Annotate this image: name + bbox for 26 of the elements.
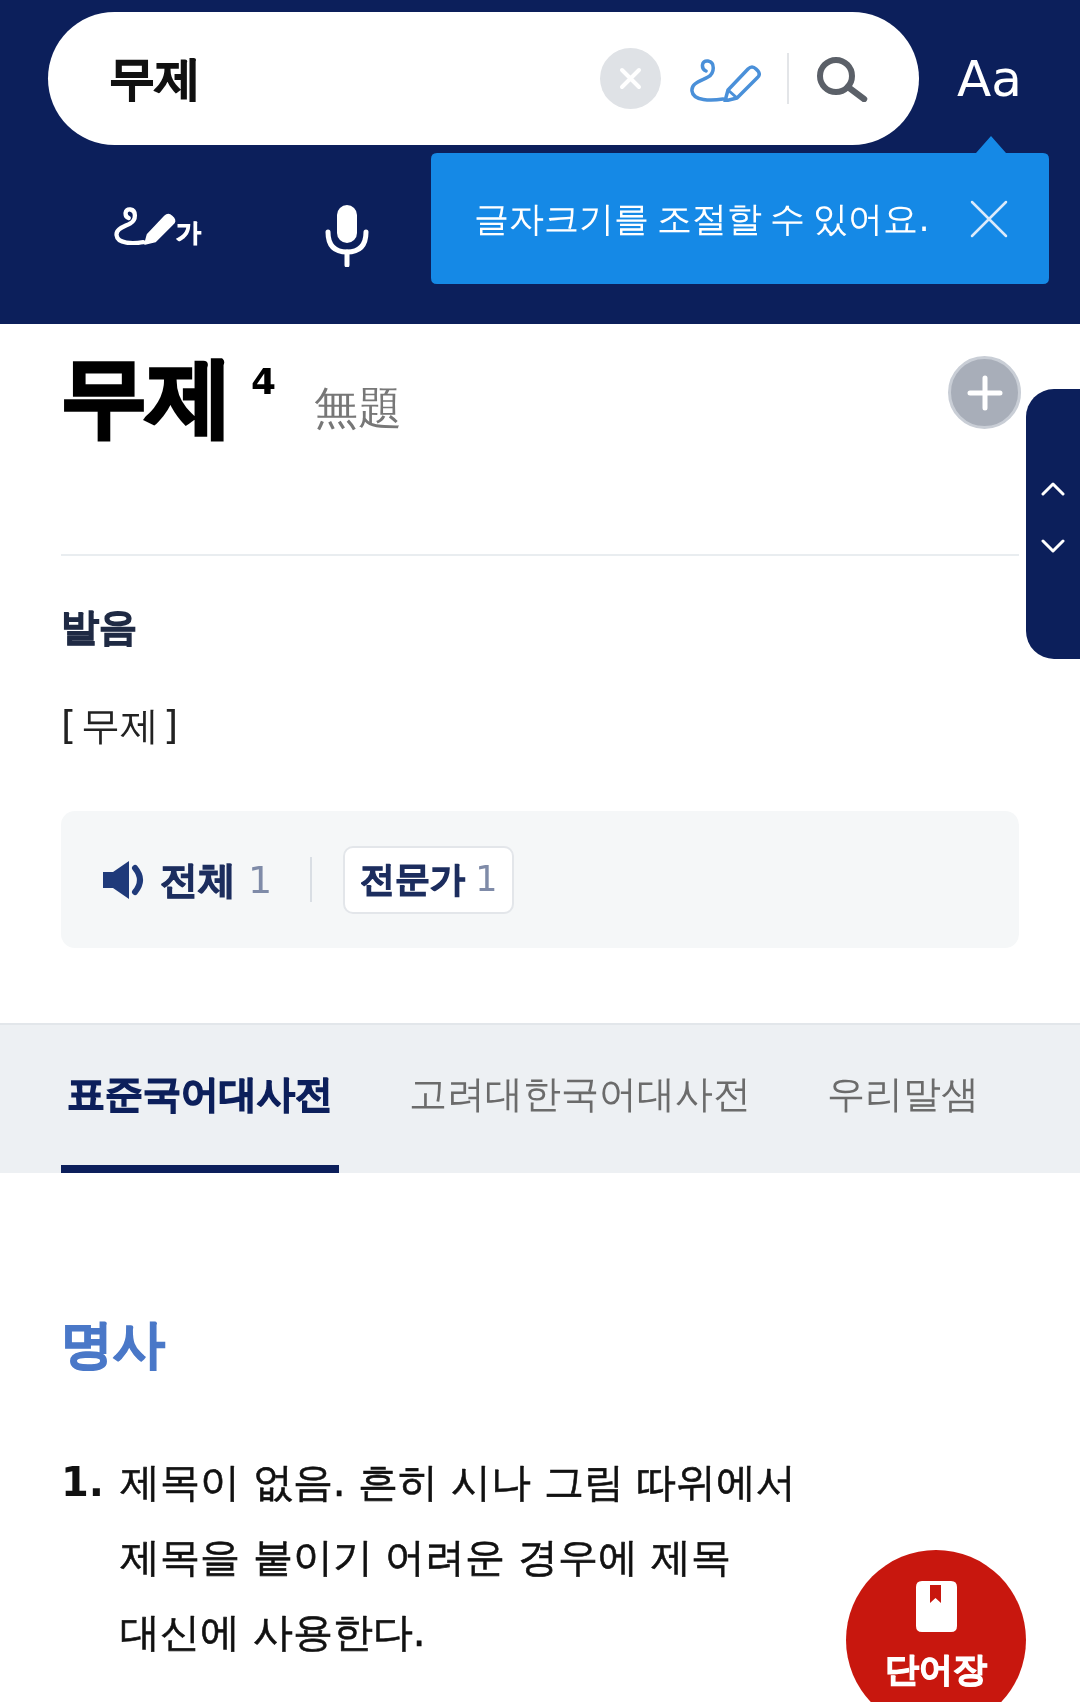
audio-filter-button[interactable]: 전문가 1 [343,845,515,914]
homonym-number: 4 [251,364,277,400]
tooltip-text: 글자크기를 조절할 수 있어요. [474,197,930,240]
pronunciation-text: [ 무제 ] [61,702,180,750]
chevron-down-icon[interactable] [1041,539,1065,553]
dictionary-tab[interactable]: 고려대한국어대사전 [403,1025,757,1173]
pen-squiggle-icon [114,205,176,245]
wordbook-button[interactable]: 단어장 [846,1550,1026,1702]
definition-text: 제목이 없음. 흔히 시나 그림 따위에서 제목을 붙이기 어려운 경우에 제목 대신에 사용한다. [120,1458,798,1657]
dictionary-tab[interactable]: 표준국어대사전 [61,1025,339,1173]
audio-button[interactable]: 전체 1 [101,858,273,901]
section-heading: 발음 [61,604,138,650]
mic-icon[interactable] [323,205,371,267]
font-size-button[interactable]: Aa [957,53,1022,104]
plus-icon [966,374,1003,411]
search-icon[interactable] [816,55,869,102]
chevron-up-icon[interactable] [1041,482,1065,496]
headword: 무제 [61,354,233,438]
hanja-text: 無題 [314,386,403,430]
sense-number: 1. [61,1458,106,1507]
dictionary-tab[interactable]: 우리말샘 [821,1025,985,1173]
part-of-speech-label: 명사 [61,1313,166,1375]
handwriting-button[interactable]: 가 [114,205,201,245]
bookmark-icon [915,1581,957,1632]
search-input[interactable]: 무제 [109,48,309,109]
close-icon[interactable] [970,199,1008,238]
